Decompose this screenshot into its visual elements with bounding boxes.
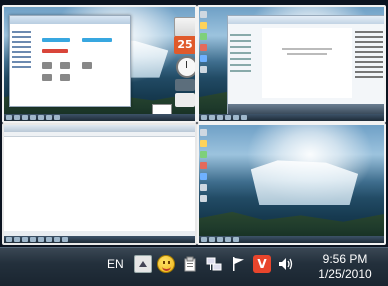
show-hidden-icons-button[interactable] (134, 255, 152, 273)
network-icon[interactable] (205, 255, 223, 273)
desktop-thumbnail-1[interactable]: 25 (2, 5, 197, 123)
system-clock[interactable]: 9:56 PM 1/25/2010 (304, 252, 386, 282)
drive-bar-full (42, 49, 68, 53)
desktop-thumbnail-2[interactable] (197, 5, 386, 123)
clock-gadget-icon (176, 56, 195, 78)
desktop-switcher-grid: 25 (0, 0, 388, 247)
mini-taskbar (199, 236, 384, 243)
clock-date: 1/25/2010 (318, 267, 372, 281)
calendar-date-gadget: 25 (174, 36, 195, 54)
desktop-thumbnail-4[interactable] (197, 123, 386, 245)
mini-taskbar (199, 114, 384, 121)
playlist-pane (355, 28, 383, 81)
smiley-icon[interactable] (157, 255, 175, 273)
explorer-nav-pane (12, 28, 36, 71)
speaker-icon[interactable] (277, 255, 295, 273)
v-app-icon[interactable]: V (253, 255, 271, 273)
desktop-icons (200, 129, 208, 206)
desktop-icons (200, 11, 208, 77)
triangle-up-icon (139, 261, 147, 267)
mini-taskbar (4, 236, 195, 243)
language-indicator[interactable]: EN (107, 257, 124, 271)
playback-controls (228, 104, 384, 114)
explorer-window-thumbnail[interactable] (9, 15, 131, 107)
drive-bar (42, 38, 70, 42)
desktop-wallpaper (199, 125, 384, 243)
calendar-gadget-icon (174, 17, 195, 37)
desktop-thumbnail-3[interactable] (2, 123, 197, 245)
library-nav-pane (230, 30, 258, 76)
browser-window-thumbnail[interactable] (4, 125, 195, 243)
gadget-icon (175, 93, 195, 107)
gadget-icon (175, 79, 195, 91)
drive-bar (82, 38, 112, 42)
clipboard-icon[interactable] (181, 255, 199, 273)
media-player-window-thumbnail[interactable] (227, 15, 384, 115)
clock-time: 9:56 PM (322, 252, 368, 266)
mini-taskbar (4, 114, 195, 121)
library-content (262, 28, 352, 98)
action-center-flag-icon[interactable] (229, 255, 247, 273)
